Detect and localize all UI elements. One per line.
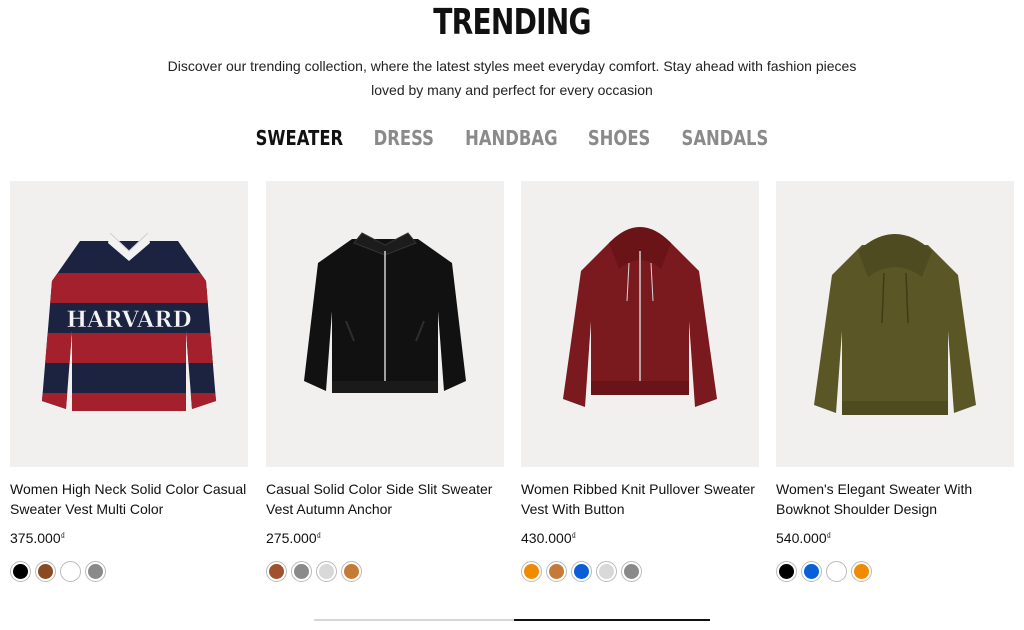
color-swatches — [266, 561, 504, 582]
tab-dress[interactable]: DRESS — [374, 126, 434, 150]
product-price: 540.000₫ — [776, 530, 1014, 546]
product-name[interactable]: Casual Solid Color Side Slit Sweater Ves… — [266, 479, 504, 519]
color-swatch-gray[interactable] — [291, 561, 312, 582]
striped-rugby-sweater-icon: HARVARD — [42, 232, 216, 411]
product-price: 275.000₫ — [266, 530, 504, 546]
product-name[interactable]: Women Ribbed Knit Pullover Sweater Vest … — [521, 479, 759, 519]
color-swatch-light-gray[interactable] — [316, 561, 337, 582]
tab-sweater[interactable]: SWEATER — [256, 126, 344, 150]
tab-shoes[interactable]: SHOES — [588, 126, 650, 150]
color-swatch-black[interactable] — [10, 561, 31, 582]
color-swatch-light-gray[interactable] — [596, 561, 617, 582]
burgundy-zip-hoodie-icon — [563, 227, 717, 407]
color-swatch-black[interactable] — [776, 561, 797, 582]
product-card[interactable]: Casual Solid Color Side Slit Sweater Ves… — [266, 181, 504, 582]
category-tabs: SWEATER DRESS HANDBAG SHOES SANDALS — [0, 126, 1024, 150]
product-image[interactable] — [521, 181, 759, 467]
carousel-scrollbar-thumb[interactable] — [514, 619, 710, 621]
product-card[interactable]: HARVARD Women High Neck Solid Color Casu… — [10, 181, 248, 582]
color-swatch-orange[interactable] — [521, 561, 542, 582]
color-swatch-camel[interactable] — [546, 561, 567, 582]
color-swatch-orange[interactable] — [851, 561, 872, 582]
tab-sandals[interactable]: SANDALS — [681, 126, 768, 150]
carousel-scrollbar[interactable] — [314, 619, 710, 621]
color-swatch-white[interactable] — [826, 561, 847, 582]
color-swatch-brown[interactable] — [35, 561, 56, 582]
product-name[interactable]: Women's Elegant Sweater With Bowknot Sho… — [776, 479, 1014, 519]
color-swatches — [10, 561, 248, 582]
tab-handbag[interactable]: HANDBAG — [465, 126, 557, 150]
color-swatch-white[interactable] — [60, 561, 81, 582]
color-swatch-blue[interactable] — [801, 561, 822, 582]
color-swatch-gray[interactable] — [621, 561, 642, 582]
product-image[interactable] — [776, 181, 1014, 467]
product-price: 430.000₫ — [521, 530, 759, 546]
product-price: 375.000₫ — [10, 530, 248, 546]
color-swatch-camel[interactable] — [341, 561, 362, 582]
color-swatches — [776, 561, 1014, 582]
currency-symbol: ₫ — [571, 531, 577, 541]
product-image[interactable]: HARVARD — [10, 181, 248, 467]
section-subtitle: Discover our trending collection, where … — [167, 58, 857, 98]
price-value: 275.000 — [266, 530, 317, 546]
currency-symbol: ₫ — [60, 531, 66, 541]
currency-symbol: ₫ — [826, 531, 832, 541]
color-swatches — [521, 561, 759, 582]
product-card[interactable]: Women's Elegant Sweater With Bowknot Sho… — [776, 181, 1014, 582]
color-swatch-blue[interactable] — [571, 561, 592, 582]
price-value: 430.000 — [521, 530, 572, 546]
price-value: 540.000 — [776, 530, 827, 546]
product-card[interactable]: Women Ribbed Knit Pullover Sweater Vest … — [521, 181, 759, 582]
product-image[interactable] — [266, 181, 504, 467]
svg-text:HARVARD: HARVARD — [66, 307, 191, 333]
color-swatch-gray[interactable] — [85, 561, 106, 582]
product-name[interactable]: Women High Neck Solid Color Casual Sweat… — [10, 479, 248, 519]
section-title: TRENDING — [433, 2, 591, 43]
olive-knit-hoodie-icon — [814, 234, 976, 415]
price-value: 375.000 — [10, 530, 61, 546]
product-grid: HARVARD Women High Neck Solid Color Casu… — [10, 181, 1014, 582]
black-bomber-jacket-icon — [304, 232, 466, 393]
currency-symbol: ₫ — [316, 531, 322, 541]
color-swatch-brown[interactable] — [266, 561, 287, 582]
